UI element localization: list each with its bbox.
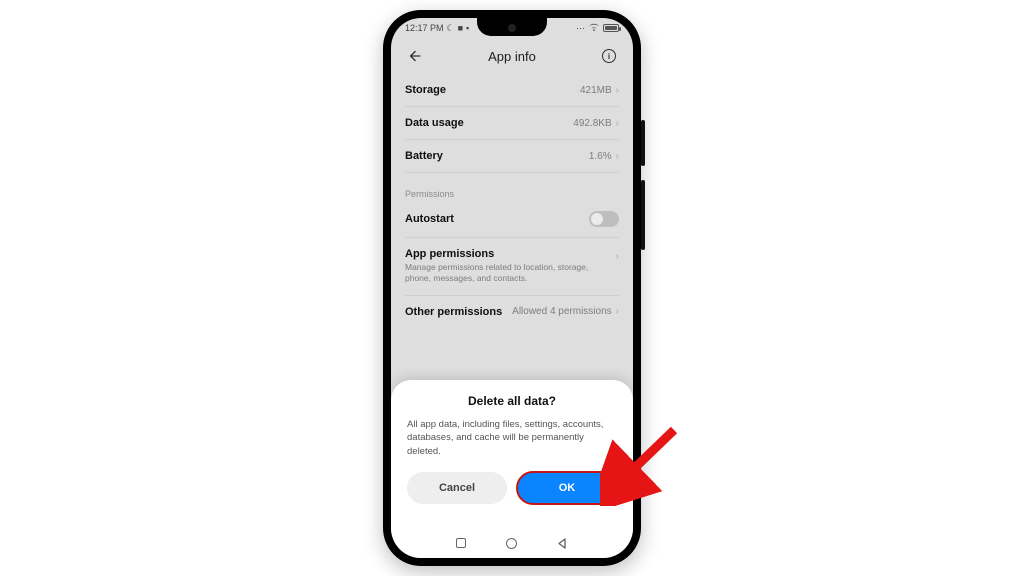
row-label: Autostart — [405, 213, 454, 225]
delete-data-dialog: Delete all data? All app data, including… — [391, 380, 633, 528]
row-battery[interactable]: Battery 1.6% › — [403, 140, 621, 172]
chevron-right-icon: › — [616, 151, 619, 162]
row-label: App permissions — [405, 248, 616, 260]
dialog-body: All app data, including files, settings,… — [407, 418, 617, 458]
info-button[interactable]: i — [599, 46, 619, 66]
navigation-bar — [391, 528, 633, 558]
row-label: Other permissions — [405, 306, 502, 318]
more-icon: ⋯ — [576, 24, 585, 33]
video-icon: ■ — [458, 24, 463, 33]
dialog-button-row: Cancel OK — [407, 472, 617, 504]
row-data-usage[interactable]: Data usage 492.8KB › — [403, 107, 621, 139]
chevron-right-icon: › — [616, 85, 619, 96]
section-permissions-label: Permissions — [405, 189, 619, 199]
back-button[interactable] — [405, 46, 425, 66]
row-label: Data usage — [405, 117, 464, 129]
info-icon: i — [602, 49, 616, 63]
home-button[interactable] — [506, 538, 517, 549]
row-app-permissions[interactable]: App permissions Manage permissions relat… — [403, 238, 621, 295]
row-value: 492.8KB › — [573, 118, 619, 129]
page-title: App info — [488, 49, 536, 64]
notch — [477, 18, 547, 36]
nav-back-button[interactable] — [557, 537, 569, 549]
chevron-right-icon: › — [616, 251, 619, 262]
row-label: Storage — [405, 84, 446, 96]
chevron-right-icon: › — [616, 306, 619, 317]
phone-frame: 12:17 PM ☾ ■ ▪ ⋯ App info i — [383, 10, 641, 566]
back-arrow-icon — [407, 48, 423, 64]
wifi-icon — [588, 23, 600, 34]
battery-icon — [603, 24, 619, 32]
recent-apps-button[interactable] — [456, 538, 466, 548]
chevron-right-icon: › — [616, 118, 619, 129]
ok-button[interactable]: OK — [517, 472, 617, 504]
square-icon: ▪ — [466, 24, 469, 33]
row-value: Allowed 4 permissions › — [512, 306, 619, 317]
status-time: 12:17 PM — [405, 23, 444, 33]
divider — [405, 172, 619, 173]
dialog-title: Delete all data? — [407, 394, 617, 408]
row-label: Battery — [405, 150, 443, 162]
row-storage[interactable]: Storage 421MB › — [403, 74, 621, 106]
autostart-toggle[interactable] — [589, 211, 619, 227]
app-bar: App info i — [403, 38, 621, 74]
row-other-permissions[interactable]: Other permissions Allowed 4 permissions … — [403, 296, 621, 328]
row-autostart[interactable]: Autostart — [403, 201, 621, 237]
moon-icon: ☾ — [447, 24, 455, 33]
phone-screen: 12:17 PM ☾ ■ ▪ ⋯ App info i — [391, 18, 633, 558]
row-value: 421MB › — [580, 85, 619, 96]
row-value: 1.6% › — [589, 151, 619, 162]
cancel-button[interactable]: Cancel — [407, 472, 507, 504]
row-subtext: Manage permissions related to location, … — [405, 262, 616, 285]
